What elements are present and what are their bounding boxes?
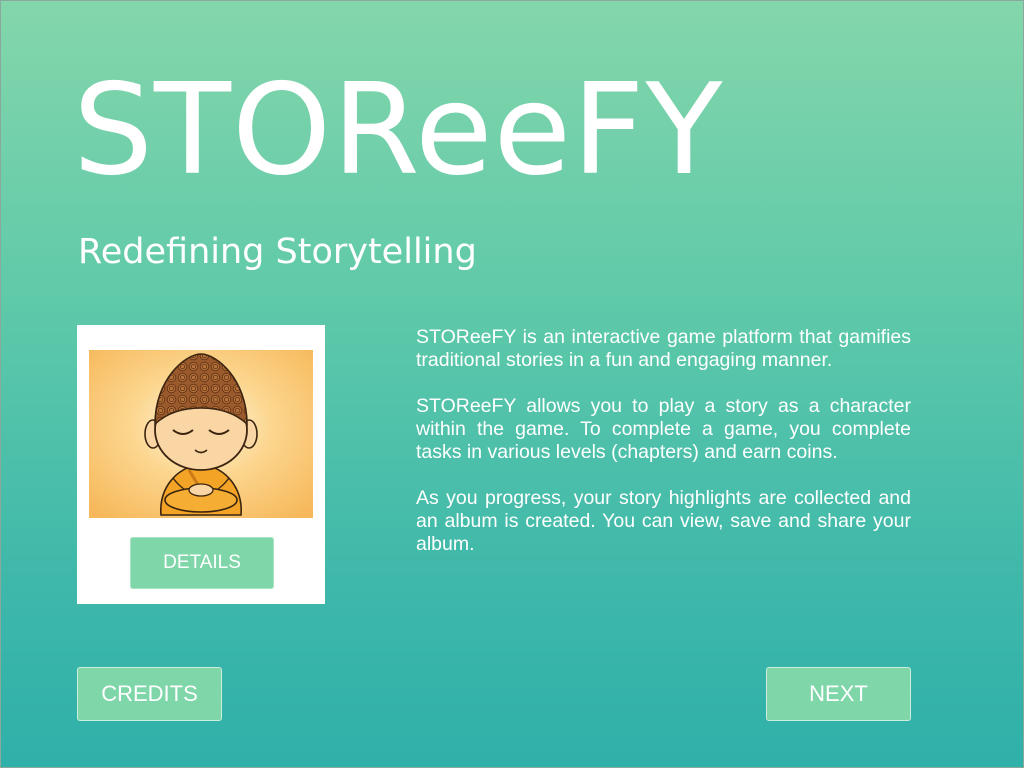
meditating-monk-icon	[89, 350, 313, 518]
app-title: STOReeFY	[73, 56, 724, 203]
details-button[interactable]: DETAILS	[130, 537, 274, 589]
description-paragraph: STOReeFY is an interactive game platform…	[416, 326, 911, 371]
next-button[interactable]: NEXT	[766, 667, 911, 721]
description-paragraph: As you progress, your story highlights a…	[416, 487, 911, 555]
description-paragraph: STOReeFY allows you to play a story as a…	[416, 395, 911, 463]
description: STOReeFY is an interactive game platform…	[416, 326, 911, 579]
app-subtitle: Redefining Storytelling	[78, 232, 477, 272]
splash-screen: STOReeFY Redefining Storytelling DETAILS…	[0, 0, 1024, 768]
credits-button[interactable]: CREDITS	[77, 667, 222, 721]
story-card: DETAILS	[77, 325, 325, 604]
